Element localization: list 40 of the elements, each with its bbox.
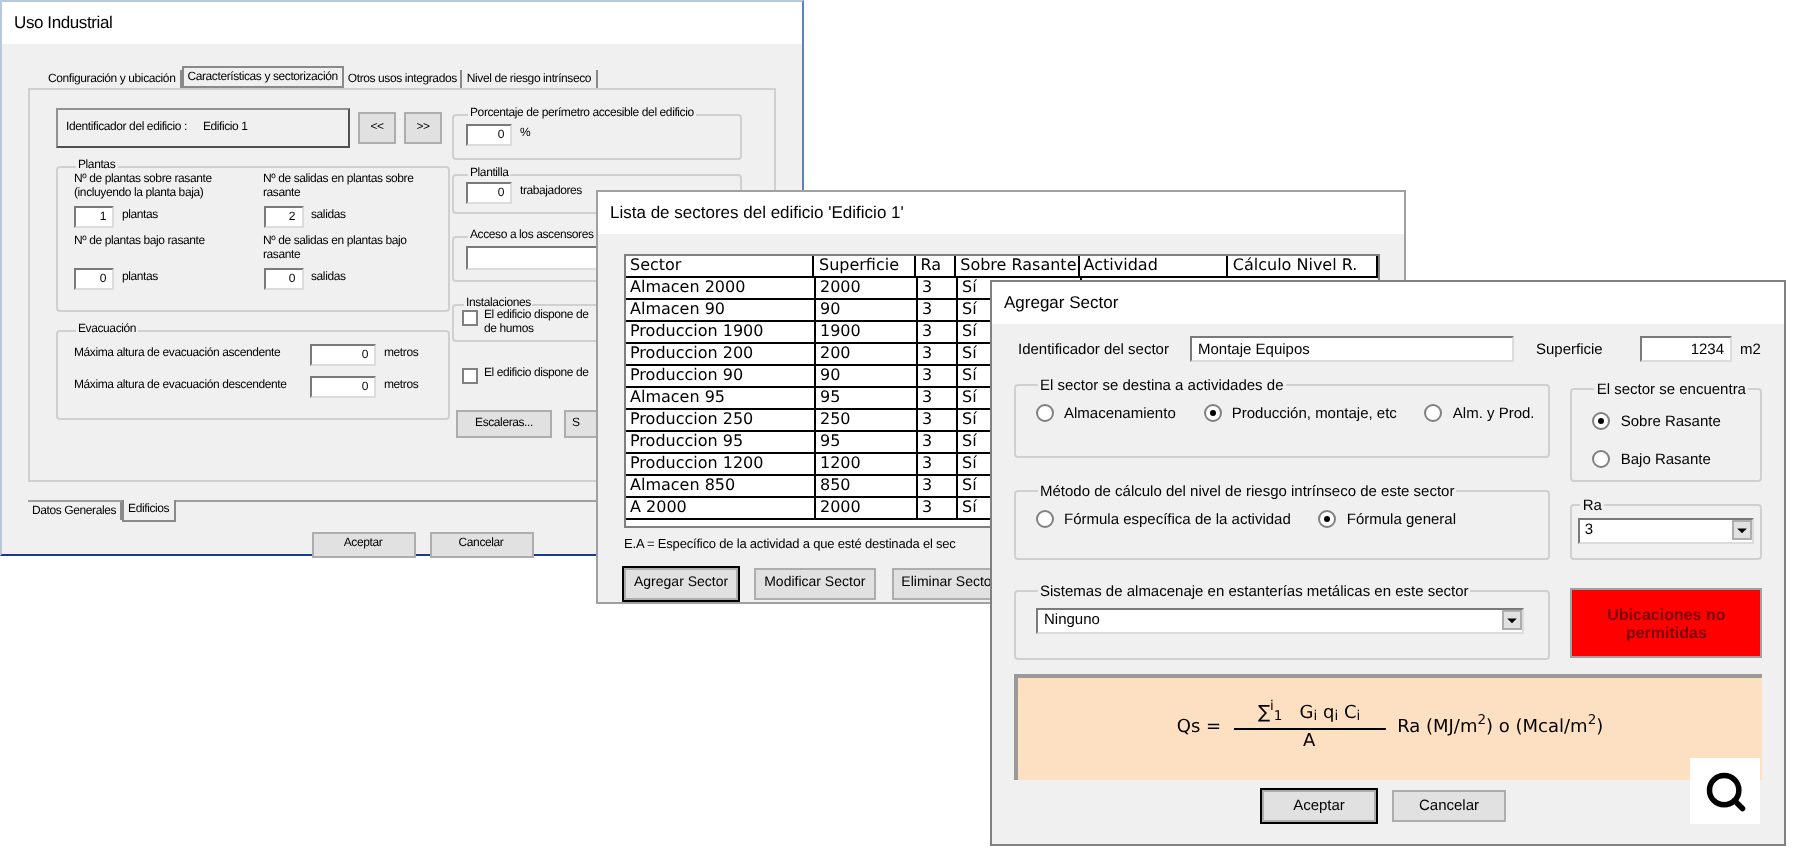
table-cell: 95 [816, 388, 918, 408]
table-cell: 90 [816, 366, 918, 386]
table-cell: 3 [918, 498, 958, 518]
formula-text: A [1302, 730, 1316, 756]
table-cell: 3 [918, 278, 958, 298]
table-cell: Almacen 2000 [626, 278, 816, 298]
table-cell: A 2000 [626, 498, 816, 518]
table-cell: 850 [816, 476, 918, 496]
table-cell: 3 [918, 322, 958, 342]
table-cell: 3 [918, 366, 958, 386]
formula-text: Ra (MJ/m$^{2}$) o (Mcal/m$^{2}$) [1397, 715, 1604, 742]
table-cell: 2000 [816, 278, 918, 298]
table-cell: 3 [918, 476, 958, 496]
table-cell: Almacen 95 [626, 388, 816, 408]
table-cell: 3 [918, 454, 958, 474]
table-cell: Almacen 850 [626, 476, 816, 496]
table-cell: Produccion 200 [626, 344, 816, 364]
table-cell: Produccion 95 [626, 432, 816, 452]
table-cell: Produccion 1900 [626, 322, 816, 342]
table-cell: 90 [816, 300, 918, 320]
window-title: Lista de sectores del edificio 'Edificio 1' [610, 200, 904, 226]
formula-text: Qs = [1176, 715, 1222, 742]
table-cell: 3 [918, 410, 958, 430]
warning-box: Ubicaciones no permitidas [1570, 588, 1762, 658]
table-cell: 1900 [816, 322, 918, 342]
table-cell: 3 [918, 388, 958, 408]
table-cell: 3 [918, 344, 958, 364]
table-cell: 3 [918, 432, 958, 452]
table-cell: Produccion 1200 [626, 454, 816, 474]
table-cell: Produccion 90 [626, 366, 816, 386]
table-cell: Almacen 90 [626, 300, 816, 320]
window-title: Uso Industrial [14, 10, 113, 36]
formula-text: ∑$^{i}$$_{1}$ G$_{i}$ q$_{i}$ C$_{i}$ [1255, 701, 1363, 728]
table-cell: 250 [816, 410, 918, 430]
table-cell: 95 [816, 432, 918, 452]
table-cell: Produccion 250 [626, 410, 816, 430]
table-cell: 1200 [816, 454, 918, 474]
table-cell: 3 [918, 300, 958, 320]
table-cell: 2000 [816, 498, 918, 518]
table-cell: 200 [816, 344, 918, 364]
